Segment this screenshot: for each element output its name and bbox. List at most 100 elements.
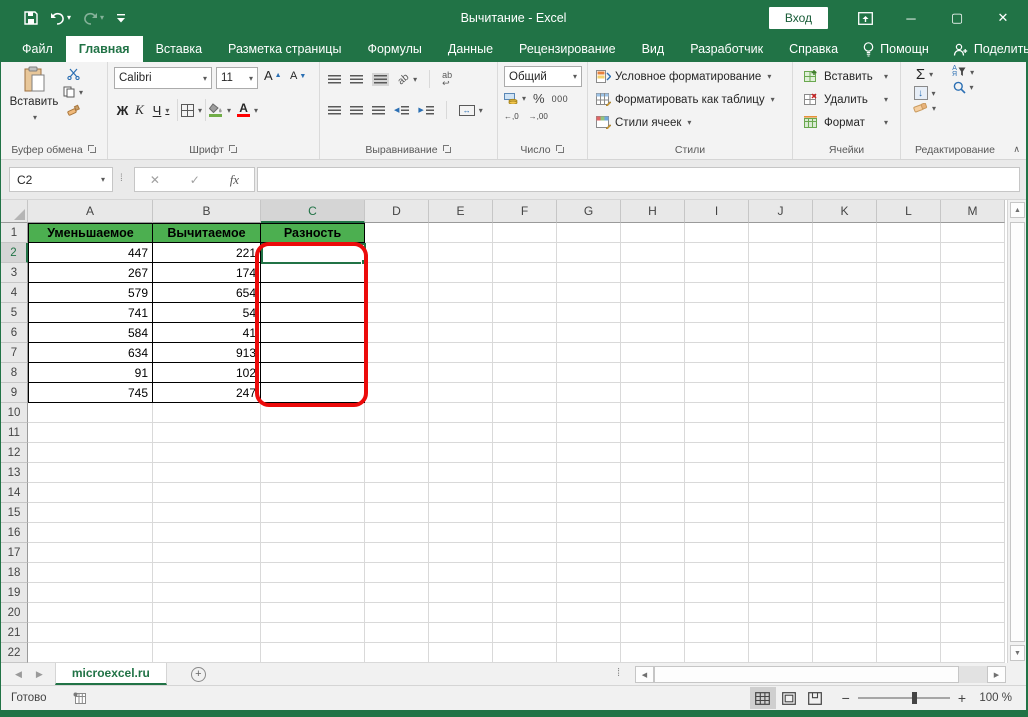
cell-C18[interactable] [261,563,365,583]
align-center-button[interactable] [350,106,363,115]
cell-J22[interactable] [749,643,813,663]
conditional-formatting-button[interactable]: Условное форматирование [596,65,792,88]
cell-J18[interactable] [749,563,813,583]
cell-H17[interactable] [621,543,685,563]
cell-D11[interactable] [365,423,429,443]
cell-E8[interactable] [429,363,493,383]
cell-L7[interactable] [877,343,941,363]
cell-A22[interactable] [28,643,153,663]
row-header-4[interactable]: 4 [1,283,28,303]
cell-A6[interactable]: 584 [28,323,153,343]
cell-A9[interactable]: 745 [28,383,153,403]
cell-M20[interactable] [941,603,1005,623]
cell-K15[interactable] [813,503,877,523]
cell-A20[interactable] [28,603,153,623]
cell-H10[interactable] [621,403,685,423]
increase-decimal-button[interactable]: ←,0 [504,112,519,121]
cell-E10[interactable] [429,403,493,423]
cell-B22[interactable] [153,643,261,663]
tab-файл[interactable]: Файл [9,36,66,62]
zoom-out-button[interactable]: − [842,690,850,706]
cell-B21[interactable] [153,623,261,643]
dropdown-caret-icon[interactable]: ▾ [243,74,253,83]
dialog-launcher-icon[interactable] [556,145,565,154]
column-header-A[interactable]: A [28,200,153,223]
copy-button[interactable] [63,86,83,98]
cell-M4[interactable] [941,283,1005,303]
cell-B17[interactable] [153,543,261,563]
ribbon-display-options-button[interactable] [842,0,888,36]
cell-M2[interactable] [941,243,1005,263]
row-header-18[interactable]: 18 [1,563,28,583]
cell-G13[interactable] [557,463,621,483]
enter-button[interactable]: ✓ [190,173,200,187]
cell-A16[interactable] [28,523,153,543]
column-header-J[interactable]: J [749,200,813,223]
cell-D22[interactable] [365,643,429,663]
shrink-font-button[interactable]: А▼ [290,70,306,82]
cell-I5[interactable] [685,303,749,323]
cell-H20[interactable] [621,603,685,623]
cell-L8[interactable] [877,363,941,383]
name-box[interactable]: C2 ▾ [9,167,113,192]
cell-D8[interactable] [365,363,429,383]
view-page-layout-button[interactable] [776,687,802,709]
cell-K8[interactable] [813,363,877,383]
cell-G18[interactable] [557,563,621,583]
next-sheet-button[interactable]: ▶ [36,669,43,680]
dropdown-caret-icon[interactable]: ▾ [67,14,71,22]
cell-K18[interactable] [813,563,877,583]
cell-J6[interactable] [749,323,813,343]
cell-H18[interactable] [621,563,685,583]
insert-cells-button[interactable]: Вставить [803,65,900,88]
fill-button[interactable]: ↓ [913,86,936,100]
cell-F14[interactable] [493,483,557,503]
cell-M8[interactable] [941,363,1005,383]
cell-I9[interactable] [685,383,749,403]
cell-F17[interactable] [493,543,557,563]
cell-G1[interactable] [557,223,621,243]
increase-indent-button[interactable]: ▶ [418,106,433,115]
vertical-scroll-thumb[interactable] [1010,222,1025,642]
cell-E19[interactable] [429,583,493,603]
cell-F15[interactable] [493,503,557,523]
wrap-text-button[interactable]: ab↩ [442,71,452,87]
zoom-in-button[interactable]: + [958,690,966,706]
cell-D18[interactable] [365,563,429,583]
accounting-format-button[interactable] [504,93,526,104]
row-header-22[interactable]: 22 [1,643,28,663]
tab-вид[interactable]: Вид [629,36,678,62]
sign-in-button[interactable]: Вход [769,7,828,29]
cell-F5[interactable] [493,303,557,323]
cell-K16[interactable] [813,523,877,543]
cell-D17[interactable] [365,543,429,563]
cell-F12[interactable] [493,443,557,463]
cell-K20[interactable] [813,603,877,623]
cell-A2[interactable]: 447 [28,243,153,263]
row-header-12[interactable]: 12 [1,443,28,463]
cell-I8[interactable] [685,363,749,383]
row-header-5[interactable]: 5 [1,303,28,323]
row-header-17[interactable]: 17 [1,543,28,563]
cell-B19[interactable] [153,583,261,603]
cell-E5[interactable] [429,303,493,323]
cell-D14[interactable] [365,483,429,503]
cell-G19[interactable] [557,583,621,603]
cell-M14[interactable] [941,483,1005,503]
cell-I22[interactable] [685,643,749,663]
cell-L12[interactable] [877,443,941,463]
cell-D6[interactable] [365,323,429,343]
cell-J8[interactable] [749,363,813,383]
cell-I6[interactable] [685,323,749,343]
row-header-19[interactable]: 19 [1,583,28,603]
cell-L1[interactable] [877,223,941,243]
cell-B13[interactable] [153,463,261,483]
new-sheet-button[interactable]: + [191,667,206,682]
cell-G3[interactable] [557,263,621,283]
cell-J7[interactable] [749,343,813,363]
column-header-M[interactable]: M [941,200,1005,223]
cell-B16[interactable] [153,523,261,543]
cell-F9[interactable] [493,383,557,403]
zoom-level[interactable]: 100 % [974,692,1012,704]
cell-D2[interactable] [365,243,429,263]
